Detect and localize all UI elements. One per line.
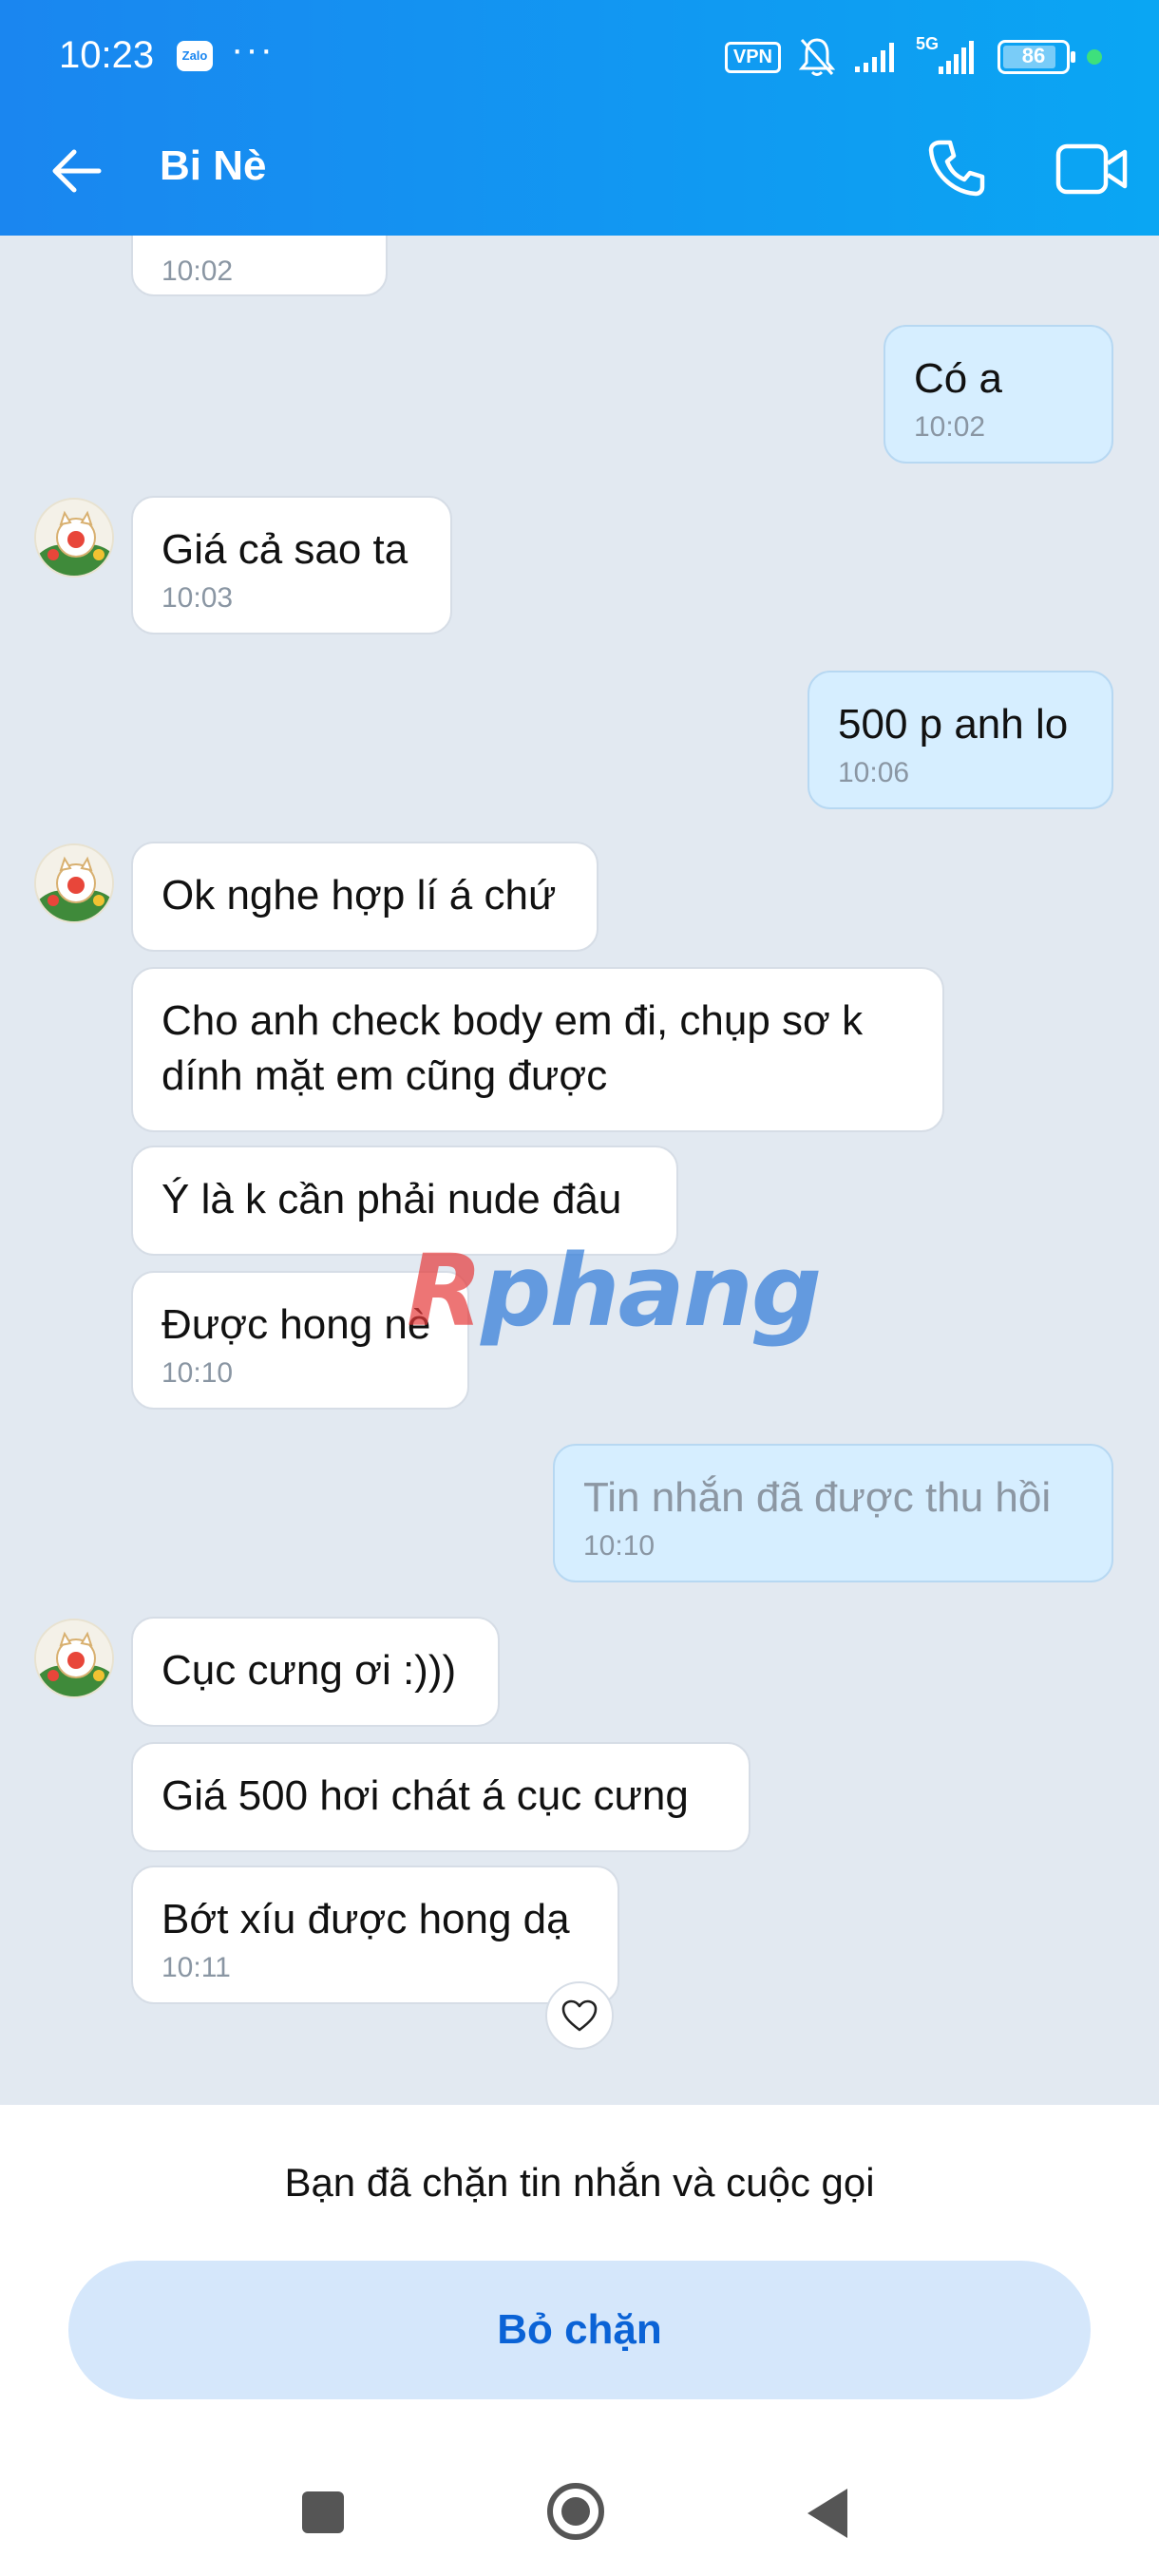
contact-avatar[interactable]: [34, 1619, 114, 1698]
more-notifications-icon: ···: [231, 28, 275, 70]
status-bar: 10:23 Zalo ··· VPN 5G 86: [0, 0, 1159, 114]
message-text: Cục cưng ơi :))): [162, 1647, 457, 1694]
watermark-part-2: phang: [481, 1233, 822, 1349]
message-text: Giá cả sao ta: [162, 526, 408, 573]
watermark-part-1: R: [407, 1233, 483, 1349]
message-time: 10:03: [162, 582, 234, 614]
signal-icon: [855, 43, 894, 72]
chat-message-list[interactable]: 10:02 Có a 10:02 Giá cả sao ta 10:03 500…: [0, 236, 1159, 2105]
watermark-logo: Rphang: [407, 1233, 822, 1349]
message-bubble-incoming[interactable]: Giá 500 hơi chát á cục cưng: [131, 1742, 750, 1852]
status-icons: VPN 5G 86: [724, 34, 1102, 78]
status-time: 10:23: [59, 34, 155, 76]
message-bubble-incoming[interactable]: Cho anh check body em đi, chụp sơ k dính…: [131, 967, 944, 1132]
contact-avatar[interactable]: [34, 498, 114, 578]
message-text: Được hong nè: [162, 1301, 431, 1348]
phone-icon[interactable]: [923, 135, 990, 201]
vpn-icon: VPN: [724, 41, 781, 73]
message-bubble-incoming[interactable]: 10:02: [131, 236, 388, 296]
message-time: 10:02: [162, 256, 234, 287]
message-time: 10:10: [583, 1530, 656, 1562]
message-text: Ý là k cần phải nude đâu: [162, 1176, 622, 1222]
message-bubble-incoming[interactable]: Ok nghe hợp lí á chứ: [131, 842, 598, 952]
battery-level: 86: [1021, 44, 1046, 67]
message-bubble-incoming[interactable]: Bớt xíu được hong dạ 10:11: [131, 1866, 619, 2004]
unblock-button[interactable]: Bỏ chặn: [68, 2261, 1091, 2399]
lucky-cat-avatar-icon: [36, 1620, 112, 1696]
lucky-cat-avatar-icon: [36, 500, 112, 576]
lucky-cat-avatar-icon: [36, 845, 112, 921]
contact-name[interactable]: Bi Nè: [160, 142, 266, 190]
message-text: Giá 500 hơi chát á cục cưng: [162, 1772, 689, 1819]
message-bubble-outgoing[interactable]: Có a 10:02: [884, 325, 1113, 464]
contact-avatar[interactable]: [34, 843, 114, 923]
message-time: 10:11: [162, 1952, 231, 1983]
message-text: Cho anh check body em đi, chụp sơ k dính…: [162, 997, 864, 1099]
blocked-notice: Bạn đã chặn tin nhắn và cuộc gọi: [284, 2160, 875, 2205]
message-bubble-incoming[interactable]: Cục cưng ơi :))): [131, 1617, 500, 1727]
system-nav-bar: [0, 2453, 1159, 2576]
back-arrow-icon[interactable]: [48, 141, 108, 201]
back-triangle-icon[interactable]: [808, 2489, 847, 2538]
recents-square-icon[interactable]: [302, 2491, 344, 2533]
message-time: 10:06: [838, 757, 910, 788]
recalled-message-bubble[interactable]: Tin nhắn đã được thu hồi 10:10: [553, 1444, 1113, 1582]
message-text: Tin nhắn đã được thu hồi: [583, 1474, 1052, 1521]
signal-5g-icon: 5G: [916, 34, 980, 76]
zalo-notification-icon: Zalo: [177, 41, 213, 71]
message-bubble-outgoing[interactable]: 500 p anh lo 10:06: [808, 671, 1113, 809]
message-bubble-incoming[interactable]: Giá cả sao ta 10:03: [131, 496, 452, 635]
home-circle-icon[interactable]: [547, 2483, 604, 2540]
app-header: 10:23 Zalo ··· VPN 5G 86 Bi Nè: [0, 0, 1159, 236]
battery-icon: 86: [998, 40, 1075, 74]
mute-bell-icon: [798, 38, 836, 76]
message-text: Bớt xíu được hong dạ: [162, 1896, 570, 1942]
heart-icon: [561, 1999, 598, 2032]
message-text: Có a: [914, 355, 1002, 402]
privacy-dot-icon: [1087, 49, 1102, 65]
react-heart-button[interactable]: [545, 1981, 614, 2050]
message-time: 10:02: [914, 411, 986, 443]
message-text: 500 p anh lo: [838, 701, 1069, 748]
video-camera-icon[interactable]: [1054, 141, 1130, 198]
message-text: Ok nghe hợp lí á chứ: [162, 872, 557, 919]
message-time: 10:10: [162, 1357, 234, 1389]
blocked-panel: Bạn đã chặn tin nhắn và cuộc gọi Bỏ chặn: [0, 2105, 1159, 2453]
